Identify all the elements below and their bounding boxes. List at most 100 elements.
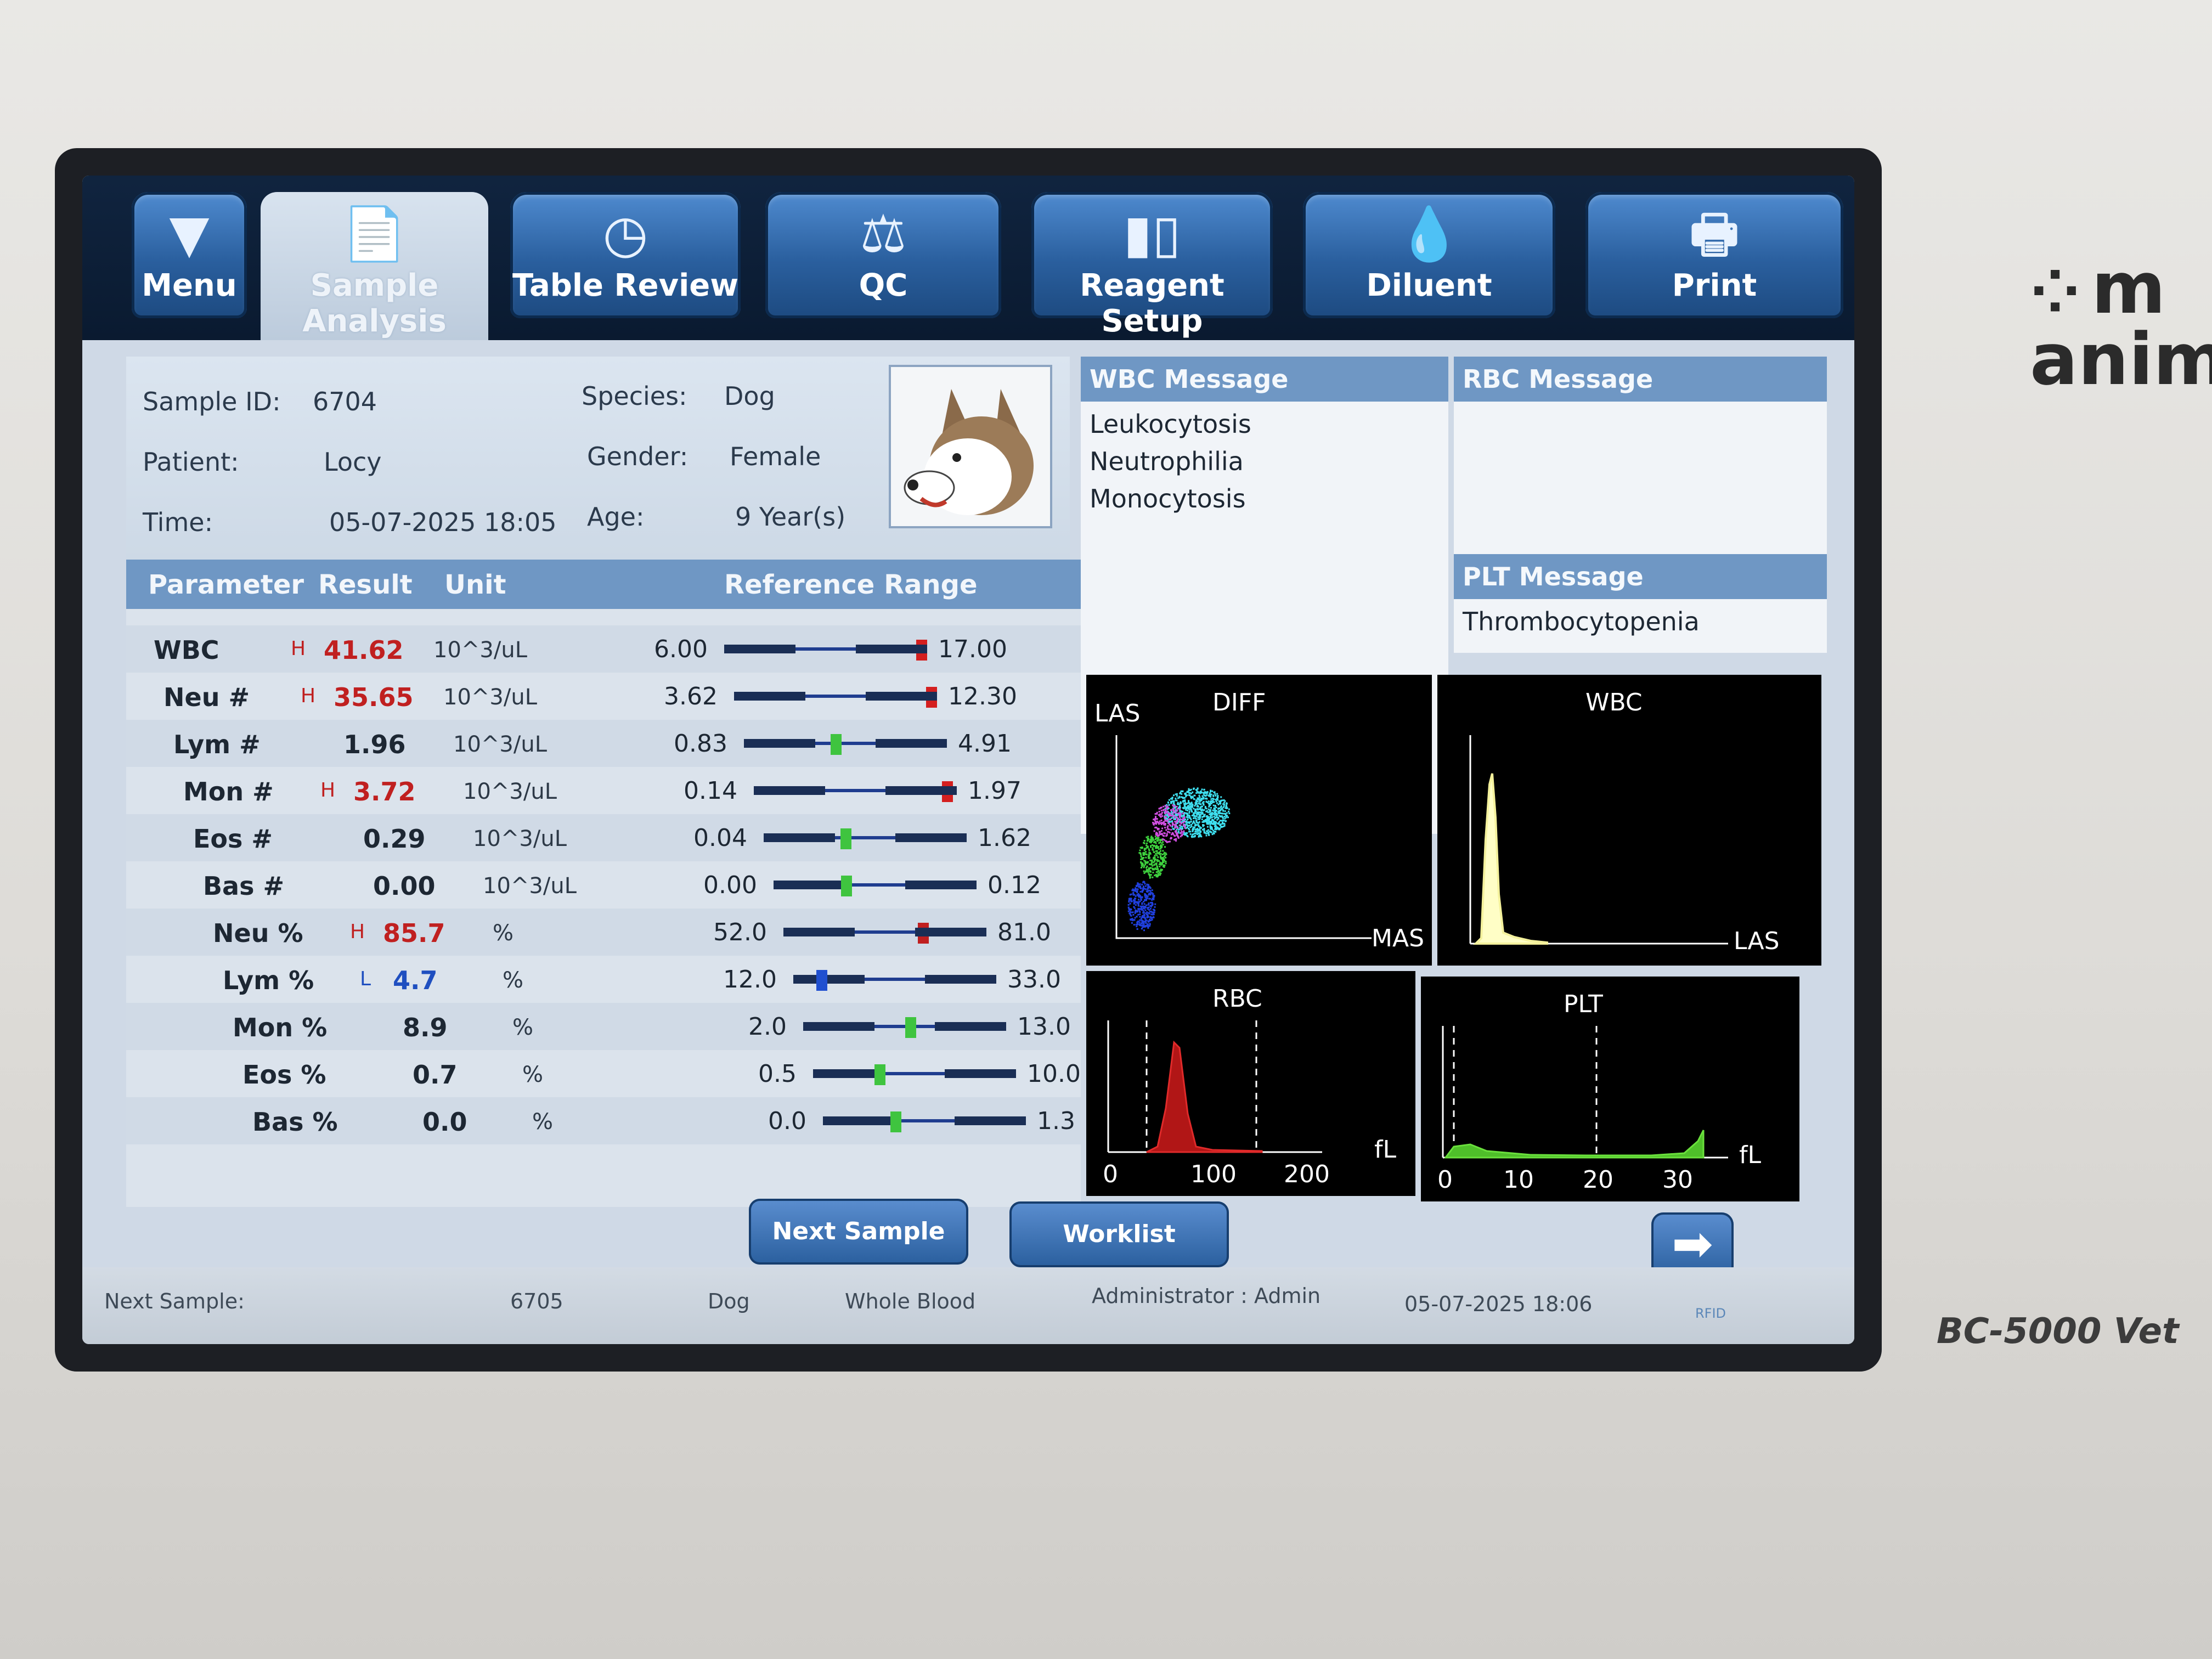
gender-value: Female xyxy=(730,442,821,471)
unit-value: 10^3/uL xyxy=(463,779,557,804)
patient-label: Patient: xyxy=(143,447,239,477)
diff-x-axis-label: MAS xyxy=(1372,924,1424,952)
range-low: 0.00 xyxy=(703,871,757,899)
range-marker xyxy=(942,781,953,802)
range-low: 0.14 xyxy=(684,777,737,805)
range-low: 12.0 xyxy=(723,966,777,994)
table-row: Bas # 0.00 10^3/uL 0.00 0.12 xyxy=(126,861,1081,909)
plt-tick-label: 20 xyxy=(1583,1166,1613,1194)
drop-plus-icon: 💧 xyxy=(1396,204,1462,264)
tab-print[interactable]: 🖶 Print xyxy=(1585,192,1843,318)
parameter-name: Lym % xyxy=(223,966,314,995)
result-flag: H xyxy=(320,779,336,802)
table-clock-icon: ◷ xyxy=(602,204,648,264)
result-value: 85.7 xyxy=(383,918,445,948)
dog-face-icon xyxy=(891,367,1050,526)
parameter-name: WBC xyxy=(154,635,219,665)
plt-tick-label: 0 xyxy=(1437,1166,1453,1194)
range-marker xyxy=(830,734,842,755)
tab-menu[interactable]: ▼ Menu xyxy=(132,192,247,318)
range-low: 0.0 xyxy=(768,1107,806,1135)
diff-title: DIFF xyxy=(1212,689,1266,716)
top-tab-bar: ▼ Menu 📄 Sample Analysis ◷ Table Review … xyxy=(82,176,1854,340)
range-marker xyxy=(905,1017,916,1038)
result-value: 41.62 xyxy=(324,635,404,665)
next-sample-button[interactable]: Next Sample xyxy=(749,1199,968,1265)
result-value: 0.0 xyxy=(422,1107,467,1137)
rbc-graph-unit: fL xyxy=(1374,1136,1397,1164)
plt-graph-title: PLT xyxy=(1564,990,1603,1018)
header-reference-range: Reference Range xyxy=(724,569,978,600)
range-marker xyxy=(840,828,851,849)
diff-y-axis-label: LAS xyxy=(1094,699,1141,727)
range-marker xyxy=(816,970,827,991)
parameter-name: Mon % xyxy=(233,1013,328,1042)
range-bar xyxy=(783,923,986,944)
worklist-button[interactable]: Worklist xyxy=(1009,1201,1229,1267)
plt-message-title: PLT Message xyxy=(1454,554,1827,599)
unit-value: % xyxy=(512,1015,534,1040)
range-high: 10.0 xyxy=(1027,1060,1081,1088)
unit-value: 10^3/uL xyxy=(443,685,537,710)
parameter-name: Neu # xyxy=(163,682,250,712)
result-value: 0.00 xyxy=(373,871,436,901)
rbc-graph-title: RBC xyxy=(1212,985,1262,1013)
unit-value: 10^3/uL xyxy=(483,873,577,899)
rbc-tick-label: 0 xyxy=(1103,1160,1118,1188)
range-bar xyxy=(744,734,947,755)
model-label: BC-5000 Vet xyxy=(1937,1311,2179,1352)
time-label: Time: xyxy=(143,507,213,537)
tab-diluent[interactable]: 💧 Diluent xyxy=(1303,192,1555,318)
dog-species-image xyxy=(889,365,1052,528)
parameter-name: Eos % xyxy=(242,1060,326,1090)
unit-value: % xyxy=(503,968,524,993)
range-marker xyxy=(890,1111,901,1132)
tab-table-review[interactable]: ◷ Table Review xyxy=(510,192,741,318)
table-row: Mon # H 3.72 10^3/uL 0.14 1.97 xyxy=(126,767,1081,814)
range-marker xyxy=(874,1064,885,1085)
table-row: Lym # 1.96 10^3/uL 0.83 4.91 xyxy=(126,720,1081,767)
parameter-name: Eos # xyxy=(193,824,273,854)
header-parameter: Parameter xyxy=(148,569,304,600)
analyzer-device: ⁘ m anim BC-5000 Vet ▼ Menu 📄 Sample Anal… xyxy=(0,0,2212,1659)
parameter-name: Mon # xyxy=(183,777,274,806)
sample-id-value: 6704 xyxy=(313,387,377,416)
touch-screen: ▼ Menu 📄 Sample Analysis ◷ Table Review … xyxy=(82,176,1854,1344)
triangle-down-icon: ▼ xyxy=(169,204,210,264)
table-row: WBC H 41.62 10^3/uL 6.00 17.00 xyxy=(126,625,1081,673)
range-low: 0.5 xyxy=(758,1060,797,1088)
gender-label: Gender: xyxy=(587,442,689,471)
result-flag: H xyxy=(301,685,316,707)
printer-icon: 🖶 xyxy=(1690,204,1739,264)
table-row: Bas % 0.0% 0.0 1.3 xyxy=(126,1097,1081,1144)
tab-reagent-setup[interactable]: ▮▯ Reagent Setup xyxy=(1031,192,1273,339)
plt-graph-unit: fL xyxy=(1739,1141,1762,1169)
parameter-name: Neu % xyxy=(213,918,303,948)
result-flag: H xyxy=(291,637,306,660)
tab-qc[interactable]: ⚖ QC xyxy=(765,192,1001,318)
range-marker xyxy=(916,640,927,661)
table-row: Eos % 0.7% 0.5 10.0 xyxy=(126,1050,1081,1097)
time-value: 05-07-2025 18:05 xyxy=(329,507,557,537)
tab-sample-analysis[interactable]: 📄 Sample Analysis xyxy=(261,192,488,340)
bottles-icon: ▮▯ xyxy=(1123,204,1181,264)
range-high: 12.30 xyxy=(948,682,1017,710)
table-row: Eos # 0.29 10^3/uL 0.04 1.62 xyxy=(126,814,1081,861)
unit-value: 10^3/uL xyxy=(473,826,567,851)
wbc-histogram: WBC LAS xyxy=(1437,675,1821,966)
parameter-table: WBC H 41.62 10^3/uL 6.00 17.00 Neu # H 35.65 10^3… xyxy=(126,609,1081,1207)
range-low: 52.0 xyxy=(713,918,767,946)
species-label: Species: xyxy=(582,381,687,411)
range-bar xyxy=(734,687,937,708)
next-sample-id: 6705 xyxy=(510,1289,563,1313)
result-value: 3.72 xyxy=(353,777,416,806)
wbc-graph-title: WBC xyxy=(1585,689,1643,716)
range-low: 0.04 xyxy=(693,824,747,852)
status-datetime: 05-07-2025 18:06 xyxy=(1404,1292,1593,1316)
result-value: 35.65 xyxy=(334,682,414,712)
scale-icon: ⚖ xyxy=(860,204,907,264)
range-bar xyxy=(754,781,957,802)
document-chart-icon: 📄 xyxy=(342,204,407,264)
status-bar: Next Sample: 6705 Dog Whole Blood Admini… xyxy=(82,1267,1854,1344)
plt-tick-label: 30 xyxy=(1662,1166,1693,1194)
